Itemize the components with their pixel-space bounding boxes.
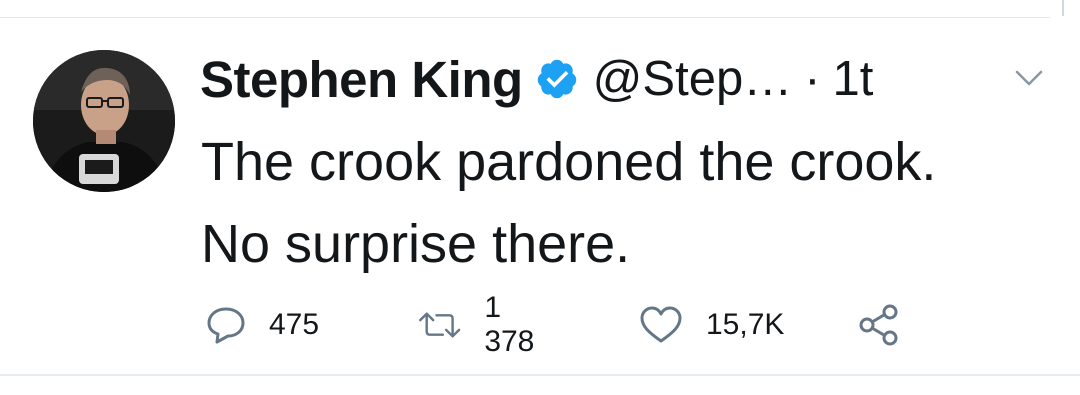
tweet-header: Stephen King @Step… · 1t <box>200 48 873 110</box>
reply-button[interactable]: 475 <box>205 300 319 350</box>
top-divider <box>0 17 1050 18</box>
reply-count: 475 <box>269 308 320 341</box>
share-icon <box>859 304 898 346</box>
avatar[interactable] <box>33 50 175 192</box>
reply-icon <box>207 307 245 344</box>
bottom-divider <box>0 374 1080 376</box>
retweet-icon <box>419 312 461 338</box>
like-count: 15,7K <box>706 308 785 341</box>
scroll-edge <box>1062 0 1064 16</box>
author-handle[interactable]: @Step… <box>593 51 793 107</box>
like-button[interactable]: 15,7K <box>638 300 784 350</box>
chevron-down-icon[interactable] <box>1014 68 1044 88</box>
avatar-image <box>33 50 175 192</box>
verified-badge-icon <box>537 59 576 99</box>
tweet-text: The crook pardoned the crook. No surpris… <box>201 132 937 274</box>
retweet-count: 1 378 <box>484 291 535 358</box>
retweet-button[interactable]: 1 378 <box>417 291 545 358</box>
heart-icon <box>640 306 682 343</box>
separator-dot: · <box>804 52 821 106</box>
timestamp[interactable]: 1t <box>833 51 874 107</box>
share-button[interactable] <box>857 300 901 350</box>
author-name[interactable]: Stephen King <box>200 50 523 109</box>
